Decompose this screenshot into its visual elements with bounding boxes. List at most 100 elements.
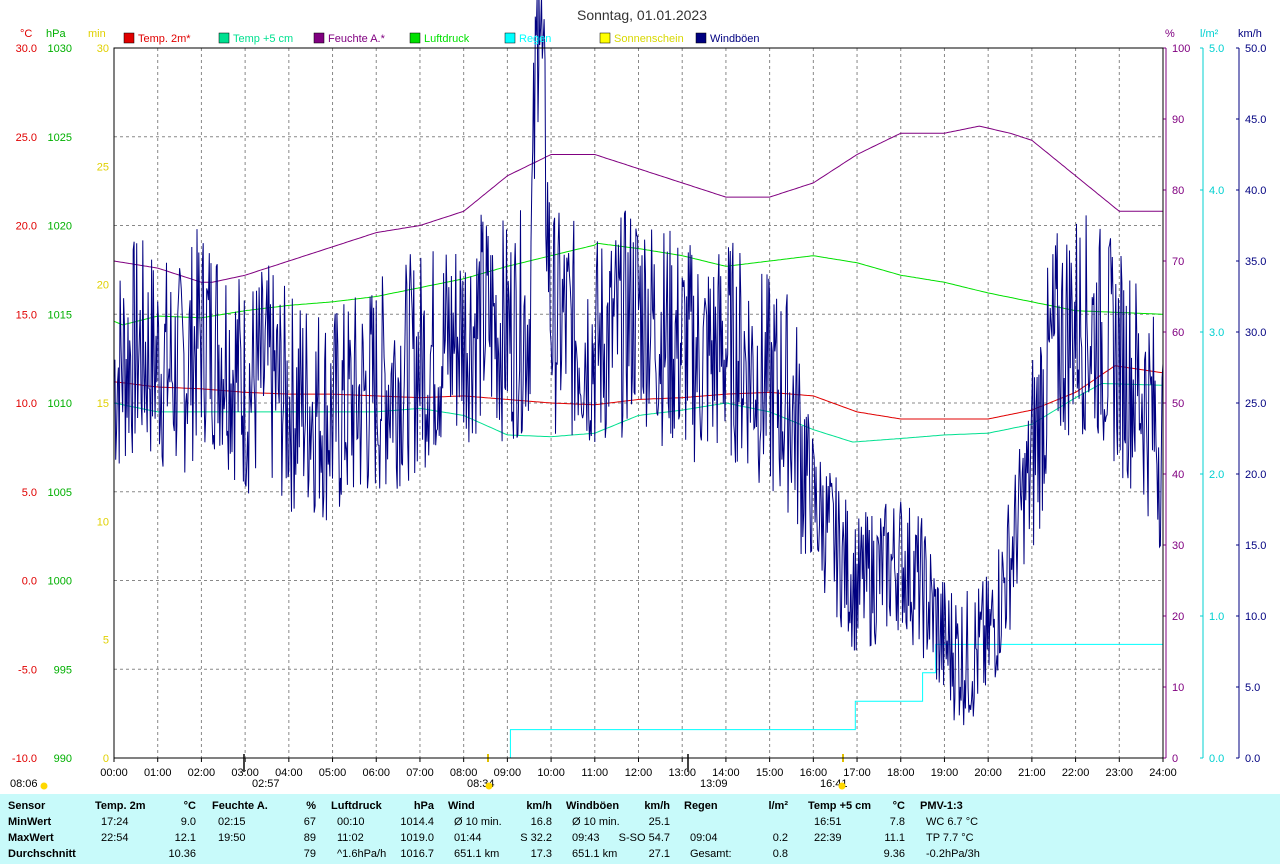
wind-tick-label: 10.0 (1245, 611, 1266, 623)
stats-unit: % (306, 800, 316, 812)
stats-value: 0.8 (772, 848, 788, 860)
pressure-tick-label: 990 (54, 753, 72, 765)
temp-tick-label: 30.0 (16, 43, 37, 55)
legend-swatch (409, 32, 421, 44)
sun-tick-label: 10 (97, 516, 109, 528)
stats-header: Temp +5 cm (808, 800, 872, 812)
stats-cell: 22:54 (101, 832, 129, 844)
legend-label: Regen (519, 33, 551, 45)
stats-unit: l/m² (768, 800, 788, 812)
stats-row-label: Durchschnitt (8, 848, 76, 860)
stats-cell: TP 7.7 °C (926, 832, 974, 844)
x-tick-label: 20:00 (974, 767, 1002, 779)
stats-cell: 19:50 (218, 832, 246, 844)
temp-tick-label: 25.0 (16, 132, 37, 144)
humidity-tick-label: 30 (1172, 540, 1184, 552)
humidity-unit: % (1165, 28, 1175, 40)
stats-unit: hPa (413, 800, 434, 812)
temp-tick-label: -5.0 (18, 664, 37, 676)
x-tick-label: 22:00 (1062, 767, 1090, 779)
temp-tick-label: 5.0 (22, 487, 37, 499)
stats-header: Luftdruck (331, 800, 382, 812)
pressure-tick-label: 1010 (48, 398, 72, 410)
stats-value: 9.36 (883, 848, 905, 860)
humidity-tick-label: 90 (1172, 114, 1184, 126)
pressure-tick-label: 1030 (48, 43, 72, 55)
stats-cell: 11:02 (337, 832, 364, 844)
sun-marker (485, 782, 493, 790)
wind-tick-label: 45.0 (1245, 114, 1266, 126)
stats-header: Regen (684, 800, 718, 812)
stats-value: 16.8 (530, 816, 552, 828)
sun-tick-label: 5 (103, 635, 109, 647)
legend-label: Windböen (710, 33, 760, 45)
marker-label: 13:09 (700, 778, 728, 790)
stats-unit: °C (892, 800, 905, 812)
stats-cell: -0.2hPa/3h (926, 848, 980, 860)
wind-unit: km/h (1238, 28, 1262, 40)
humidity-tick-label: 100 (1172, 43, 1190, 55)
stats-value: 1016.7 (400, 848, 434, 860)
legend-swatch (599, 32, 611, 44)
pressure-tick-label: 995 (54, 664, 72, 676)
humidity-tick-label: 60 (1172, 327, 1184, 339)
x-tick-label: 13:00 (668, 767, 696, 779)
wind-tick-label: 50.0 (1245, 43, 1266, 55)
pressure-tick-label: 1025 (48, 132, 72, 144)
stats-header: Temp. 2m (95, 800, 146, 812)
stats-value: 1019.0 (400, 832, 434, 844)
stats-cell: 17:24 (101, 816, 129, 828)
x-tick-label: 10:00 (537, 767, 565, 779)
statistics-table: Sensor Temp. 2m °C Feuchte A.% Luftdruck hPa W… (0, 794, 1280, 864)
x-tick-label: 24:00 (1149, 767, 1177, 779)
humidity-tick-label: 0 (1172, 753, 1178, 765)
x-tick-label: 19:00 (931, 767, 959, 779)
stats-cell: 01:44 (454, 832, 482, 844)
sun-tick-label: 20 (97, 280, 109, 292)
wind-tick-label: 35.0 (1245, 256, 1266, 268)
rain-tick-label: 3.0 (1209, 327, 1224, 339)
stats-unit: km/h (644, 800, 670, 812)
x-tick-label: 09:00 (494, 767, 522, 779)
temp-tick-label: 0.0 (22, 576, 37, 588)
stats-value: 7.8 (889, 816, 905, 828)
legend-label: Sonnenschein (614, 33, 684, 45)
stats-cell: 02:15 (218, 816, 246, 828)
stats-value: 0.2 (772, 832, 788, 844)
humidity-tick-label: 50 (1172, 398, 1184, 410)
stats-header: PMV-1:3 (920, 800, 963, 812)
temp-tick-label: -10.0 (12, 753, 37, 765)
humidity-tick-label: 70 (1172, 256, 1184, 268)
stats-value: S-SO 54.7 (618, 832, 670, 844)
x-tick-label: 00:00 (100, 767, 128, 779)
rain-tick-label: 0.0 (1209, 753, 1224, 765)
sun-tick-label: 15 (97, 398, 109, 410)
legend-swatch (313, 32, 325, 44)
temp-tick-label: 15.0 (16, 309, 37, 321)
rain-unit: l/m² (1200, 28, 1219, 40)
temp-tick-label: 10.0 (16, 398, 37, 410)
marker-label: 08:06 (10, 778, 38, 790)
legend-swatch (123, 32, 135, 44)
x-tick-label: 15:00 (756, 767, 784, 779)
stats-value: 25.1 (648, 816, 670, 828)
legend-label: Temp. 2m* (138, 33, 191, 45)
stats-unit: km/h (526, 800, 552, 812)
stats-header: Wind (448, 800, 475, 812)
stats-value: S 32.2 (520, 832, 552, 844)
wind-tick-label: 25.0 (1245, 398, 1266, 410)
stats-value: 9.0 (180, 816, 196, 828)
weather-chart: Sonntag, 01.01.2023 00:00 01:00 02:00 03:00… (0, 0, 1280, 794)
legend-swatch (218, 32, 230, 44)
stats-value: 27.1 (648, 848, 670, 860)
stats-value: 67 (303, 816, 316, 828)
legend-label: Luftdruck (424, 33, 470, 45)
x-tick-label: 05:00 (319, 767, 347, 779)
temp-tick-label: 20.0 (16, 221, 37, 233)
stats-value: 11.1 (884, 832, 905, 844)
stats-value: 12.1 (174, 832, 196, 844)
pressure-tick-label: 1020 (48, 221, 72, 233)
humidity-tick-label: 10 (1172, 682, 1184, 694)
pressure-tick-label: 1000 (48, 576, 72, 588)
humidity-tick-label: 40 (1172, 469, 1184, 481)
